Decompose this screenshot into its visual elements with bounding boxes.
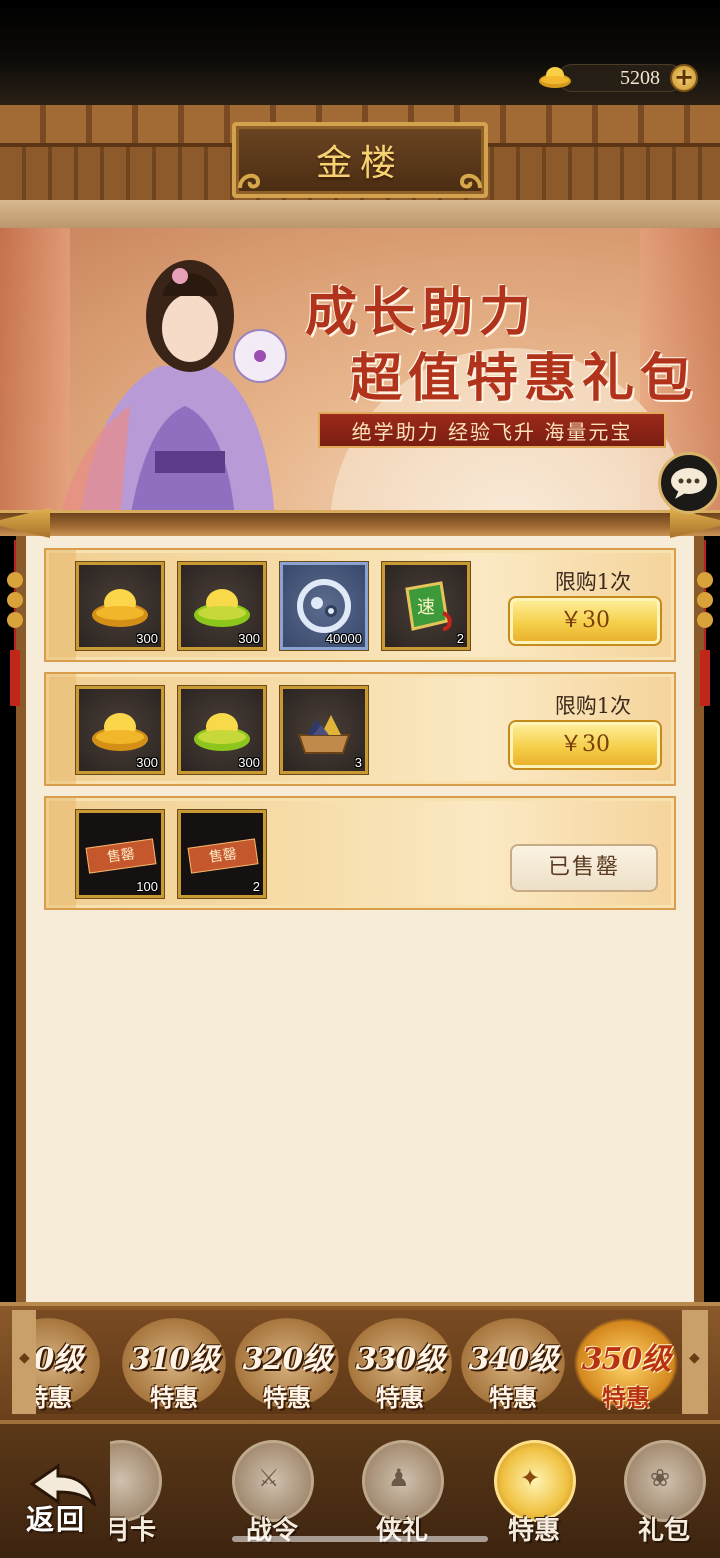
page-title: 金楼 (315, 143, 404, 184)
nav-item-label: 月卡 (110, 1516, 156, 1546)
arrow-left-icon: ◆ (19, 1350, 30, 1366)
plus-icon[interactable]: + (670, 64, 698, 92)
level-tab[interactable]: 310级 特惠 (122, 1318, 226, 1412)
level-tab-level: 330级 (355, 1342, 446, 1377)
level-tab-level: 350级 (581, 1342, 672, 1377)
nav-item-label: 特惠 (507, 1516, 560, 1546)
item-count: 300 (136, 755, 158, 770)
package-row-1: 300 300 40000 速 2 限购1次 ￥30 (44, 548, 676, 662)
item-slot: 售罄 100 (76, 810, 164, 898)
gold-ingot-icon (92, 589, 148, 627)
gift-pack-glyph: ❀ (650, 1464, 671, 1492)
level-tab[interactable]: 00级 特惠 (36, 1318, 100, 1412)
item-count: 300 (238, 755, 260, 770)
item-count: 2 (456, 631, 464, 646)
level-tab[interactable]: 320级 特惠 (235, 1318, 339, 1412)
item-count: 3 (354, 755, 362, 770)
item-slot[interactable]: 速 2 (382, 562, 470, 650)
nav-item-special-offer[interactable]: ✦ 特惠 (484, 1440, 584, 1550)
nav-item-battle-pass[interactable]: ⚔ 战令 (222, 1440, 322, 1550)
sold-out-stamp: 售罄 (85, 838, 157, 874)
banner-title-line1: 成长助力 (305, 282, 538, 343)
item-count: 300 (238, 631, 260, 646)
purchase-limit: 限购1次 (554, 694, 632, 718)
item-count: 300 (136, 631, 158, 646)
nav-item-gift-pack[interactable]: ❀ 礼包 (614, 1440, 714, 1550)
item-slot[interactable]: 3 (280, 686, 368, 774)
chat-button[interactable] (658, 452, 720, 514)
item-slot[interactable]: 300 (178, 686, 266, 774)
item-slot: 售罄 2 (178, 810, 266, 898)
sold-out-stamp: 售罄 (187, 838, 259, 874)
item-count: 40000 (325, 631, 362, 646)
currency-amount: 5208 (620, 66, 660, 89)
buy-button[interactable]: ￥30 (508, 720, 662, 770)
purchase-limit: 限购1次 (554, 570, 632, 594)
battle-pass-glyph: ⚔ (258, 1464, 280, 1492)
scroll-right-arrow[interactable]: ◆ (682, 1310, 708, 1414)
yin-yang-swirl-icon (297, 579, 351, 633)
package-row-3: 售罄 100 售罄 2 已售罄 (44, 796, 676, 910)
level-tab-active[interactable]: 350级 特惠 (574, 1318, 678, 1412)
hero-gift-glyph: ♟ (388, 1464, 410, 1492)
level-tab[interactable]: 330级 特惠 (348, 1318, 452, 1412)
level-tab[interactable]: 340级 特惠 (461, 1318, 565, 1412)
level-tab-level: 310级 (129, 1342, 220, 1377)
level-tab-label: 特惠 (602, 1383, 650, 1412)
nav-item-label: 礼包 (637, 1516, 690, 1546)
level-tab-label: 特惠 (489, 1383, 537, 1412)
item-slot[interactable]: 300 (76, 686, 164, 774)
level-tab-level: 340级 (468, 1342, 559, 1377)
scroll-left-arrow[interactable]: ◆ (12, 1310, 38, 1414)
heroine-illustration (60, 260, 287, 520)
nav-item-hero-gift[interactable]: ♟ 侠礼 (352, 1440, 452, 1550)
package-row-accent (46, 674, 76, 784)
gold-ingot-icon (92, 713, 148, 751)
buy-button[interactable]: ￥30 (508, 596, 662, 646)
nav-item-month-card[interactable]: 月卡 (110, 1440, 190, 1550)
package-row-accent (46, 550, 76, 660)
green-gold-ingot-icon (194, 713, 250, 751)
level-tab-label: 特惠 (36, 1383, 72, 1412)
level-tab-label: 特惠 (263, 1383, 311, 1412)
package-row-accent (46, 798, 76, 908)
item-slot[interactable]: 300 (178, 562, 266, 650)
arrow-right-icon: ◆ (689, 1350, 700, 1366)
cloud-ornament-icon (459, 173, 482, 189)
banner-subtitle-ribbon: 绝学助力 经验飞升 海量元宝 (318, 412, 666, 448)
item-slot[interactable]: 40000 (280, 562, 368, 650)
svg-text:速: 速 (417, 597, 435, 618)
green-gold-ingot-icon (194, 589, 250, 627)
package-row-2: 300 300 3 限购1次 ￥30 (44, 672, 676, 786)
currency-display: 5208 + (538, 62, 698, 94)
level-tab-label: 特惠 (376, 1383, 424, 1412)
panel-top-rail (0, 510, 720, 536)
home-indicator[interactable] (232, 1536, 488, 1542)
item-count: 2 (252, 879, 260, 894)
gold-ingot-icon (539, 67, 571, 88)
back-label: 返回 (26, 1503, 87, 1536)
ore-chest-icon (297, 715, 351, 754)
coin-tassel-right (697, 540, 713, 706)
level-tab-label: 特惠 (150, 1383, 198, 1412)
coin-tassel-left (7, 540, 23, 706)
speed-token-icon: 速 (405, 581, 452, 631)
level-tab-level: 00级 (36, 1342, 83, 1377)
cloud-ornament-icon (238, 173, 261, 189)
sold-out-button: 已售罄 (510, 844, 658, 892)
banner-title-line2: 超值特惠礼包 (350, 348, 699, 409)
special-offer-glyph: ✦ (520, 1464, 541, 1492)
banner-subtitle: 绝学助力 经验飞升 海量元宝 (351, 419, 633, 444)
back-button[interactable]: 返回 (22, 1458, 102, 1538)
chat-bubble-icon (671, 468, 707, 499)
level-tab-level: 320级 (242, 1342, 333, 1377)
item-count: 100 (136, 879, 158, 894)
item-slot[interactable]: 300 (76, 562, 164, 650)
level-tab-strip: 00级 特惠 310级 特惠 320级 特惠 330级 特惠 340级 特惠 3… (36, 1310, 682, 1414)
